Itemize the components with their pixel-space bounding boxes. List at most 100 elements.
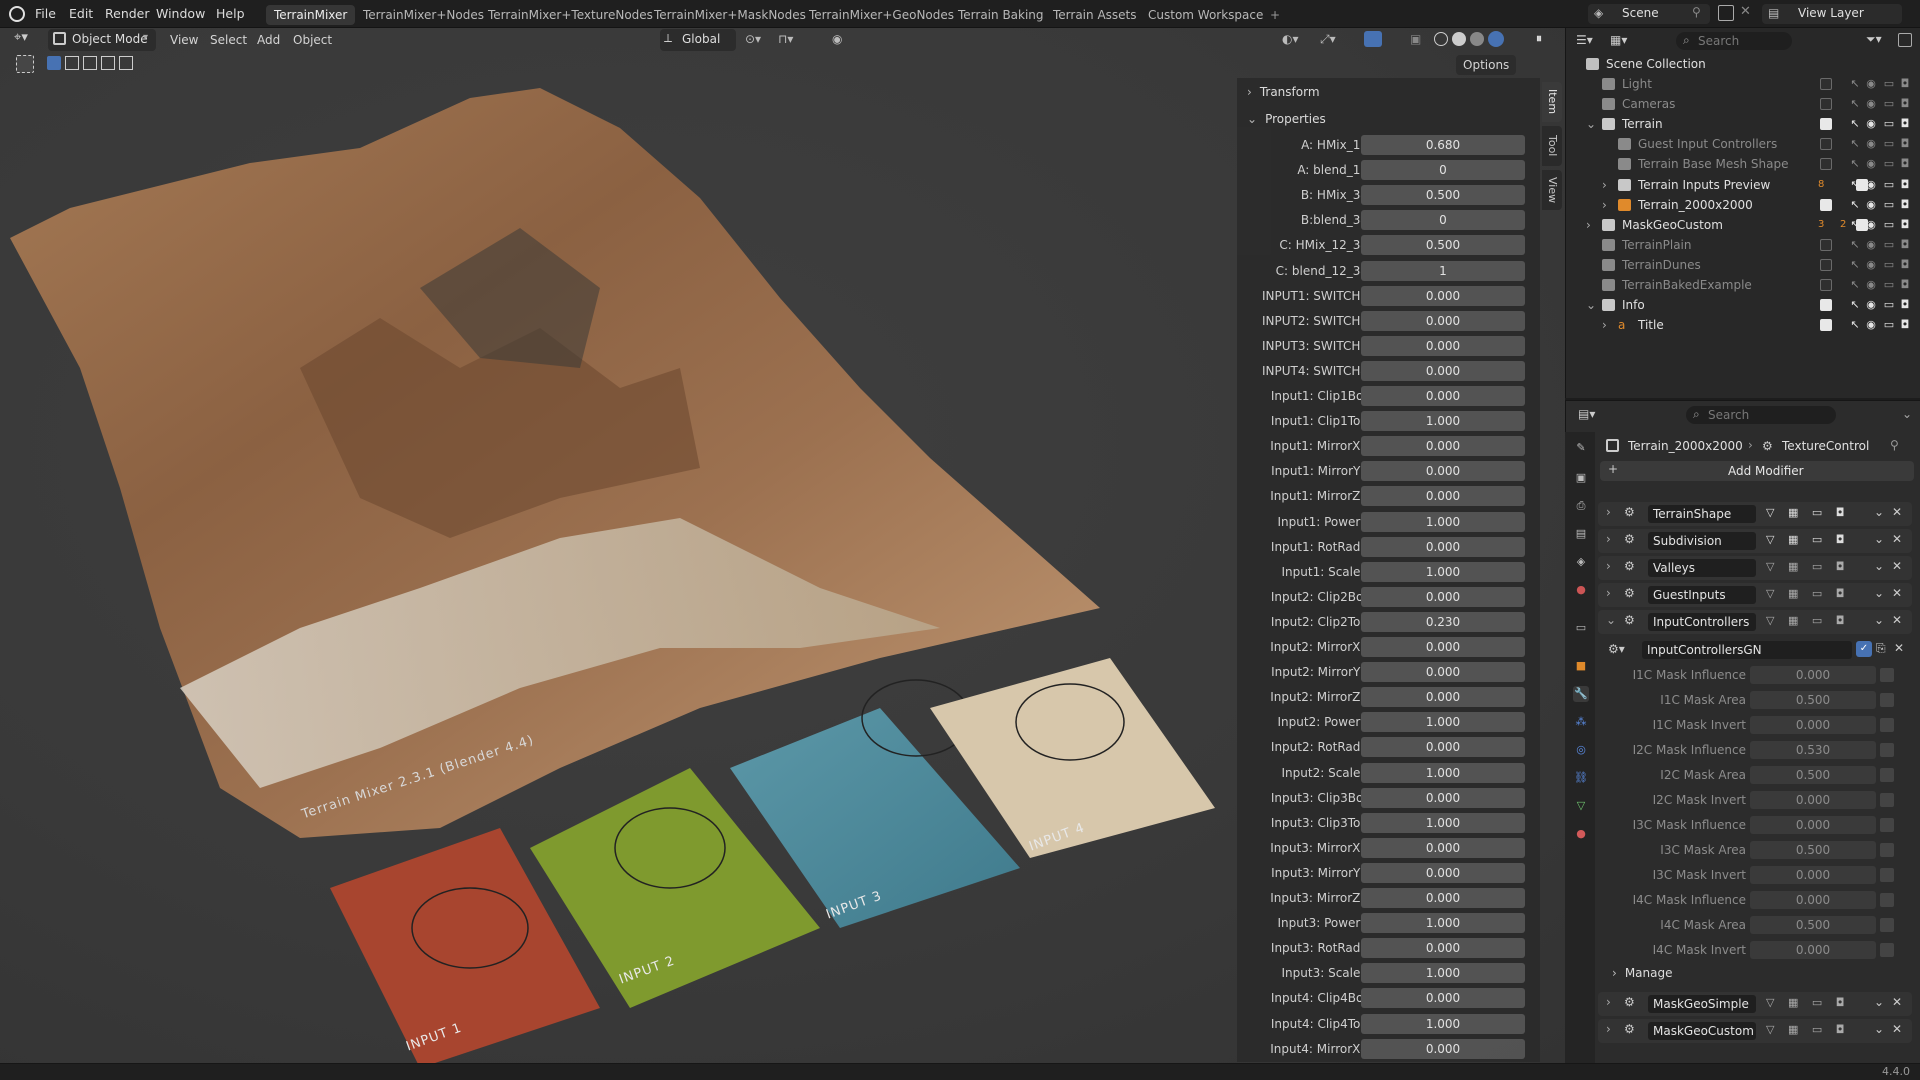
close-icon[interactable]: ✕ [1892,995,1902,1009]
tab-terrainmixer-nodes[interactable]: TerrainMixer+Nodes [355,5,492,25]
chevron-right-icon[interactable]: › [1602,315,1607,335]
data-tab-icon[interactable]: ▽ [1573,798,1589,814]
viewport-icon[interactable]: ▭ [1882,318,1896,332]
world-tab-icon[interactable]: ● [1573,582,1589,598]
render-icon[interactable]: ◘ [1898,137,1912,151]
filter-icon[interactable]: ⏷▾ [1866,32,1882,47]
modifier-input-value[interactable]: 0.500 [1750,916,1876,934]
property-value-field[interactable]: 1.000 [1361,913,1525,934]
outliner-item[interactable]: › Terrain Inputs Preview 8 ↖ ◉ ▭ ◘ [1566,175,1920,195]
modifier-panel[interactable]: › ⚙ MaskGeoCustom ▽ ▦ ▭ ◘ ⌄ ✕ [1598,1019,1912,1043]
pin-icon[interactable]: ⚲ [1692,5,1701,19]
outliner-item[interactable]: › a Title ↖ ◉ ▭ ◘ [1566,315,1920,335]
render-icon[interactable]: ◘ [1898,298,1912,312]
viewport-icon[interactable]: ▭ [1882,298,1896,312]
exclude-checkbox[interactable] [1820,279,1832,291]
modifier-input-value[interactable]: 0.530 [1750,741,1876,759]
property-value-field[interactable]: 0.000 [1361,737,1525,758]
close-icon[interactable]: ✕ [1892,559,1902,573]
render-icon[interactable]: ◘ [1898,258,1912,272]
render-icon[interactable]: ◘ [1898,278,1912,292]
menu-add[interactable]: Add [250,30,287,50]
blender-logo-icon[interactable] [9,6,25,22]
chevron-down-icon[interactable]: ⌄ [1606,613,1616,627]
property-value-field[interactable]: 0 [1361,210,1525,231]
menu-render[interactable]: Render [98,0,157,28]
render-icon[interactable]: ◘ [1898,77,1912,91]
close-scene-icon[interactable]: ✕ [1740,4,1751,19]
modifier-toggle-icons[interactable]: ▽ ▦ ▭ ◘ [1766,1023,1849,1036]
close-icon[interactable]: ✕ [1892,505,1902,519]
property-value-field[interactable]: 0.000 [1361,335,1525,356]
modifier-toggle-icons[interactable]: ▽ ▦ ▭ ◘ [1766,587,1849,600]
add-workspace-button[interactable]: + [1262,5,1288,25]
property-value-field[interactable]: 0.000 [1361,386,1525,406]
property-value-field[interactable]: 0.000 [1361,486,1525,507]
attribute-toggle-icon[interactable] [1880,868,1894,882]
modifier-tab-icon[interactable]: 🔧 [1573,686,1589,702]
tab-terrainmixer-masknodes[interactable]: TerrainMixer+MaskNodes [646,5,814,25]
property-value-field[interactable]: 1.000 [1361,963,1525,984]
render-icon[interactable]: ◘ [1898,318,1912,332]
property-value-field[interactable]: 1 [1361,260,1525,281]
menu-object[interactable]: Object [286,30,339,50]
close-icon[interactable]: ✕ [1892,1022,1902,1036]
select-icon[interactable]: ↖ [1848,238,1862,252]
property-value-field[interactable]: 0.000 [1361,938,1525,959]
chevron-down-icon[interactable]: ⌄ [1874,505,1884,519]
modifier-name-field[interactable]: GuestInputs [1648,586,1756,604]
attribute-toggle-icon[interactable] [1880,843,1894,857]
menu-window[interactable]: Window [149,0,212,28]
tab-terrain-assets[interactable]: Terrain Assets [1045,5,1145,25]
property-value-field[interactable]: 1.000 [1361,561,1525,582]
viewport-icon[interactable]: ▭ [1882,77,1896,91]
attribute-toggle-icon[interactable] [1880,768,1894,782]
properties-editor-icon[interactable]: ▤▾ [1578,407,1595,421]
outliner-item[interactable]: Guest Input Controllers ↖ ◉ ▭ ◘ [1566,134,1920,154]
exclude-checkbox[interactable] [1820,138,1832,151]
properties-section-header[interactable]: ⌄ Properties [1247,108,1527,130]
tab-terrainmixer-texturenodes[interactable]: TerrainMixer+TextureNodes [480,5,661,25]
tool-tab-icon[interactable]: ✎ [1573,440,1589,456]
new-collection-icon[interactable] [1898,33,1912,47]
attribute-toggle-icon[interactable] [1880,918,1894,932]
modifier-toggle-icons[interactable]: ▽ ▦ ▭ ◘ [1766,506,1849,519]
viewport-icon[interactable]: ▭ [1882,198,1896,212]
eye-icon[interactable]: ◉ [1864,117,1878,131]
exclude-checkbox[interactable] [1820,238,1832,251]
menu-file[interactable]: File [28,0,63,28]
exclude-checkbox[interactable] [1820,158,1832,171]
gizmo-icon[interactable]: ⤢▾ [1320,32,1336,47]
modifier-input-value[interactable]: 0.000 [1750,891,1876,909]
modifier-toggle-icons[interactable]: ▽ ▦ ▭ ◘ [1766,614,1849,627]
shading-rendered-icon[interactable] [1488,31,1504,47]
select-icon[interactable]: ↖ [1848,117,1862,131]
eye-icon[interactable]: ◉ [1864,278,1878,292]
chevron-right-icon[interactable]: › [1602,195,1607,215]
eye-icon[interactable]: ◉ [1864,238,1878,252]
eye-icon[interactable]: ◉ [1864,77,1878,91]
chevron-right-icon[interactable]: › [1586,215,1591,235]
attribute-toggle-icon[interactable] [1880,693,1894,707]
xray-icon[interactable]: ▣ [1410,32,1421,46]
viewport-icon[interactable]: ▭ [1882,178,1896,192]
node-group-selector[interactable]: ⚙▾ InputControllersGN ✓ ⎘ ✕ [1608,640,1904,662]
tab-tool[interactable]: Tool [1542,126,1562,166]
outliner-item[interactable]: ⌄ Terrain ↖ ◉ ▭ ◘ [1566,114,1920,134]
property-value-field[interactable]: 0.000 [1361,787,1525,808]
chevron-down-icon[interactable]: ⌄ [1874,1022,1884,1036]
chevron-right-icon[interactable]: › [1602,175,1607,195]
property-value-field[interactable]: 1.000 [1361,712,1525,733]
property-value-field[interactable]: 1.000 [1361,411,1525,432]
outliner-item[interactable]: › Terrain_2000x2000 ↖ ◉ ▭ ◘ [1566,195,1920,215]
exclude-checkbox[interactable] [1820,319,1832,332]
modifier-panel[interactable]: › ⚙ Valleys ▽ ▦ ▭ ◘ ⌄ ✕ [1598,556,1912,580]
property-value-field[interactable]: 0.000 [1361,687,1525,708]
chevron-right-icon[interactable]: › [1606,995,1611,1009]
modifier-name-field[interactable]: Valleys [1648,559,1756,577]
viewport-icon[interactable]: ▭ [1882,117,1896,131]
close-icon[interactable]: ✕ [1892,586,1902,600]
property-value-field[interactable]: 0.000 [1361,310,1525,331]
shading-wireframe-icon[interactable] [1434,32,1448,46]
tab-terrainmixer[interactable]: TerrainMixer [266,5,356,25]
